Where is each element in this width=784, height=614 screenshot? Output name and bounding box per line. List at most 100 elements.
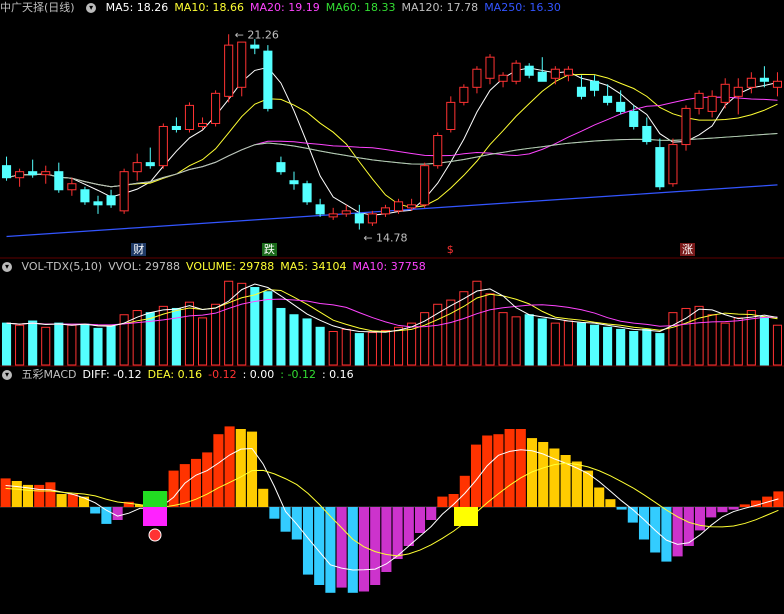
volume-bar (616, 328, 626, 366)
volume-bar (733, 317, 743, 366)
candle-body (511, 62, 521, 82)
candle-body (119, 171, 129, 212)
macd-histogram-bar (34, 484, 45, 507)
volume-bar (250, 287, 260, 366)
candle-body (224, 44, 234, 97)
macd-histogram-bar (358, 507, 370, 592)
macd-histogram-bar (302, 507, 314, 575)
candle-body (263, 50, 273, 109)
candle-body (28, 171, 38, 176)
candle-body (276, 162, 286, 173)
ma-legend-item-0: MA5: 18.26 (105, 1, 169, 14)
macd-legend-item-0: 五彩MACD (21, 368, 77, 381)
macd-histogram-bar (101, 507, 112, 524)
candle-body (93, 201, 103, 206)
macd-histogram-bar (437, 496, 448, 507)
macd-histogram-bar (213, 434, 224, 507)
volume-bar (237, 282, 247, 366)
volume-bar (537, 318, 547, 366)
candle-body (171, 125, 181, 130)
ma-legend-item-1: MA10: 18.66 (174, 1, 245, 14)
macd-cross-marker (143, 491, 167, 507)
candle-body (446, 101, 456, 130)
low-price-label: ← 14.78 (363, 232, 407, 245)
volume-bar (603, 326, 613, 366)
volume-bar (289, 314, 299, 366)
macd-legend-item-5: : -0.12 (280, 368, 316, 381)
candle-body (576, 86, 587, 97)
macd-legend-item-3: -0.12 (208, 368, 237, 381)
volume-bar (694, 305, 704, 366)
volume-bar (354, 333, 364, 366)
stock-title: 中广天择(日线) (0, 1, 75, 14)
macd-histogram-bar (706, 507, 717, 518)
volume-bar (15, 324, 25, 366)
candle-body (184, 104, 195, 130)
vol-legend: VOL-TDX(5,10) VVOL: 29788 VOLUME: 29788 MA5… (22, 260, 432, 273)
macd-histogram-bar (202, 452, 213, 507)
volume-bar (171, 307, 181, 366)
macd-histogram-bar (426, 507, 437, 520)
macd-histogram-bar (403, 507, 414, 546)
macd-histogram-bar (269, 507, 280, 519)
candle-body (668, 144, 678, 185)
macd-histogram-bar (526, 438, 538, 507)
volume-bar (446, 299, 456, 366)
candle-body (197, 122, 208, 127)
candle-body (537, 71, 547, 82)
candle-body (237, 41, 247, 88)
macd-histogram-bar (370, 507, 381, 585)
volume-bar (472, 280, 482, 366)
ma-legend-item-3: MA60: 18.33 (325, 1, 396, 14)
candle-body (485, 56, 495, 79)
macd-histogram-bar (605, 499, 616, 507)
macd-histogram-bar (694, 507, 706, 531)
macd-histogram-bar (168, 470, 179, 507)
candle-body (563, 68, 573, 76)
volume-bar (263, 291, 273, 366)
candle-body (132, 162, 142, 173)
signal-marker: 财 (131, 243, 147, 256)
volume-bar (302, 318, 312, 366)
chevron-down-icon[interactable]: ▾ (86, 3, 97, 13)
chevron-down-icon[interactable]: ▾ (2, 262, 12, 272)
volume-bar (1, 322, 12, 366)
volume-bar (224, 280, 234, 366)
macd-histogram-bar (728, 507, 739, 510)
macd-histogram-bar (381, 507, 392, 572)
macd-histogram-bar (258, 488, 269, 507)
signal-marker: 涨 (680, 243, 695, 256)
candle-body (211, 92, 221, 124)
macd-legend-item-4: : 0.00 (242, 368, 275, 381)
macd-histogram-bar (56, 494, 67, 507)
vol-legend-item-3: MA5: 34104 (280, 260, 347, 273)
candle-body (302, 183, 312, 203)
candle-body (380, 207, 391, 215)
volume-bar (524, 314, 534, 366)
signal-marker: 跌 (261, 243, 277, 256)
volume-bar (80, 323, 90, 366)
candle-body (472, 68, 482, 88)
candle-body (459, 86, 469, 103)
volume-bar (629, 330, 639, 366)
volume-bar (642, 328, 652, 366)
macd-legend-item-2: DEA: 0.16 (147, 368, 203, 381)
macd-histogram-bar (616, 507, 627, 510)
macd-cross-marker (454, 507, 478, 526)
macd-histogram-bar (459, 475, 470, 507)
vol-legend-item-0: VOL-TDX(5,10) (21, 260, 103, 273)
macd-histogram-bar (414, 507, 426, 533)
candle-body (145, 162, 155, 167)
candle-body (393, 201, 404, 212)
candle-body (603, 95, 613, 103)
candle-body (694, 92, 704, 109)
candle-body (407, 204, 417, 209)
candle-body (746, 77, 756, 88)
chevron-down-icon[interactable]: ▾ (2, 370, 12, 380)
vol-legend-item-2: VOLUME: 29788 (186, 260, 275, 273)
candle-body (250, 44, 260, 49)
volume-bar (720, 322, 730, 366)
macd-histogram-bar (235, 429, 246, 507)
stock-chart[interactable]: ← 21.26 ← 14.78 (0, 0, 784, 614)
volume-bar (511, 316, 521, 366)
